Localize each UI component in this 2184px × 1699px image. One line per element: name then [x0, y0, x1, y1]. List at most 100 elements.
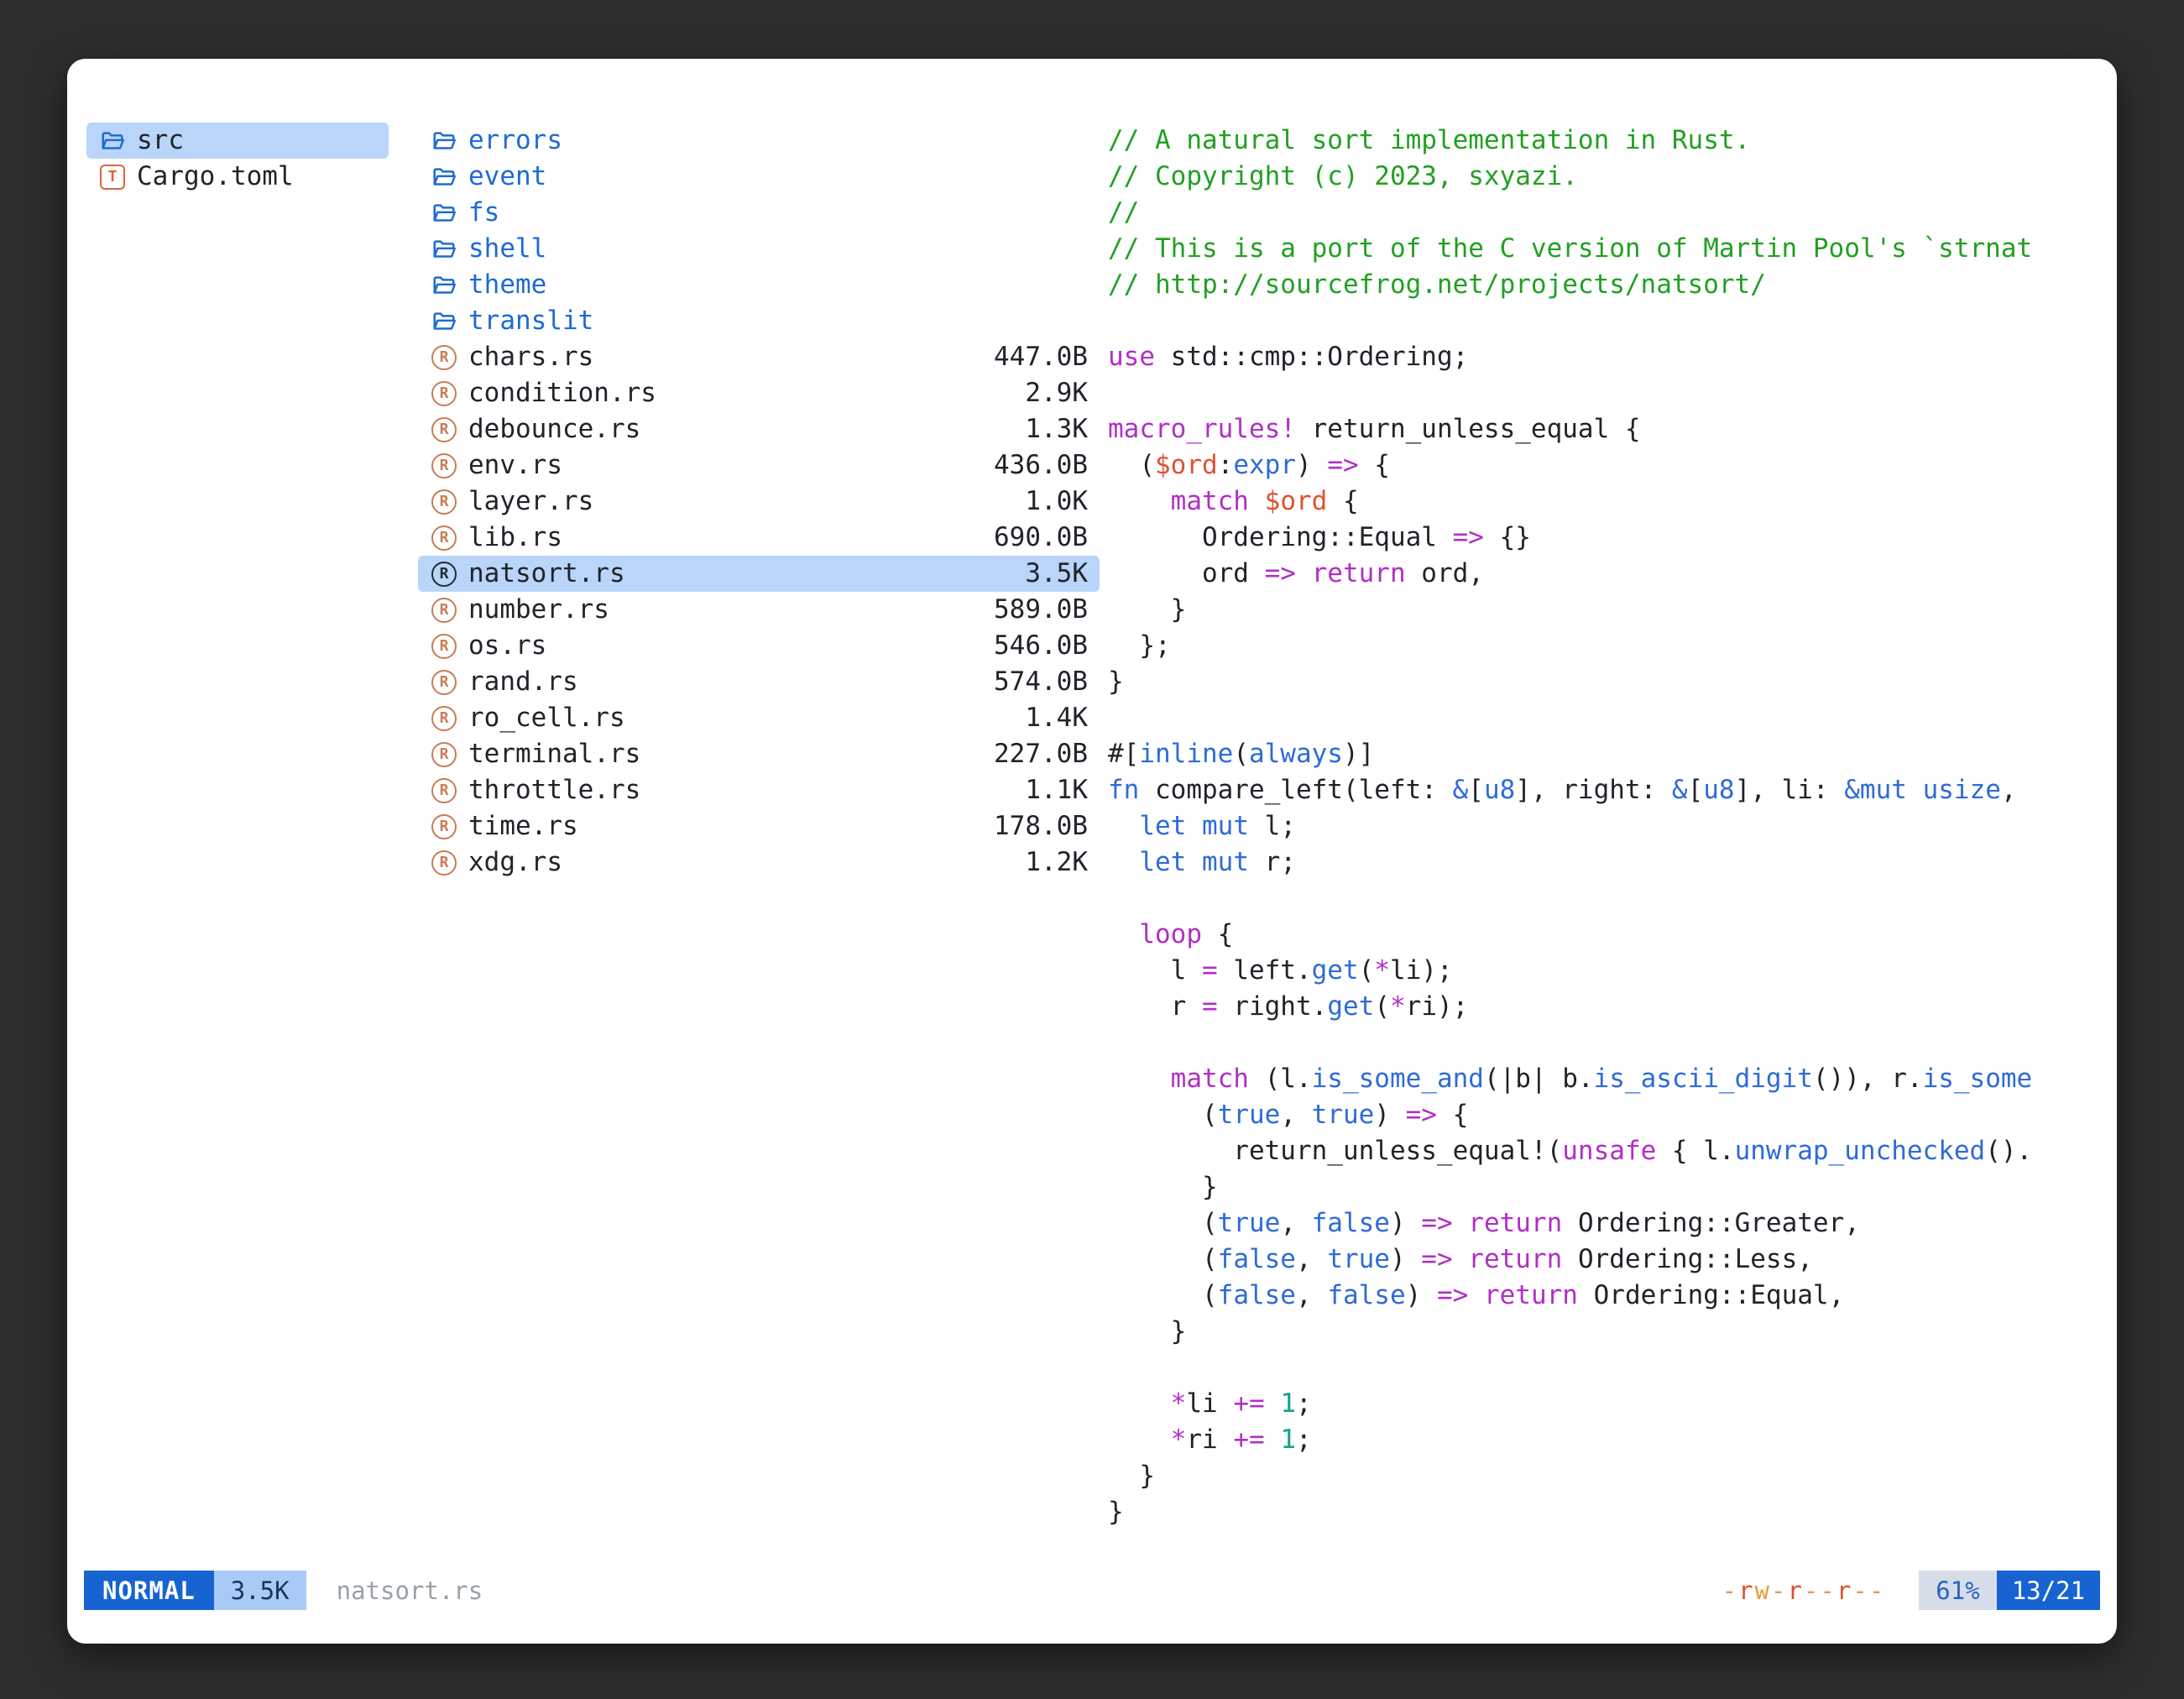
file-row[interactable]: Rlib.rs 690.0B [418, 520, 1100, 556]
folder-icon [98, 128, 127, 154]
file-row[interactable]: Rtime.rs178.0B [418, 808, 1100, 844]
code-line: match $ord { [1108, 484, 2095, 520]
entry-size: 1.3K [1025, 411, 1088, 447]
code-line: // This is a port of the C version of Ma… [1108, 231, 2095, 267]
rust-file-icon: R [430, 778, 458, 803]
file-row[interactable]: Rchars.rs447.0B [418, 339, 1100, 375]
status-filename: natsort.rs [337, 1576, 483, 1605]
code-line: } [1108, 1458, 2095, 1494]
code-line: }; [1108, 628, 2095, 664]
entry-size: 178.0B [994, 808, 1088, 844]
cursor-position-chip: 13/21 [1997, 1571, 2100, 1610]
entry-name: src [137, 123, 377, 159]
entry-size: 690.0B [994, 520, 1088, 556]
file-row[interactable]: Ros.rs546.0B [418, 628, 1100, 664]
entry-name: terminal.rs [468, 736, 984, 772]
parent-pane[interactable]: srcTCargo.toml [86, 123, 389, 195]
rust-file-icon: R [430, 453, 458, 478]
code-line [1108, 1025, 2095, 1061]
code-line: ($ord:expr) => { [1108, 447, 2095, 484]
folder-icon [430, 165, 458, 190]
code-line: #[inline(always)] [1108, 736, 2095, 772]
code-line: return_unless_equal!(unsafe { l.unwrap_u… [1108, 1133, 2095, 1169]
code-line [1108, 700, 2095, 736]
entry-size: 1.1K [1025, 772, 1088, 808]
file-row[interactable]: Rcondition.rs2.9K [418, 375, 1100, 411]
rust-file-icon: R [430, 706, 458, 731]
entry-name: condition.rs [468, 375, 1015, 411]
code-line [1108, 375, 2095, 411]
rust-file-icon: R [430, 562, 458, 587]
code-line: use std::cmp::Ordering; [1108, 339, 2095, 375]
code-line: macro_rules! return_unless_equal { [1108, 411, 2095, 447]
file-size-chip: 3.5K [214, 1571, 306, 1610]
folder-icon [430, 309, 458, 334]
folder-icon [430, 128, 458, 154]
folder-icon [430, 273, 458, 298]
entry-size: 1.4K [1025, 700, 1088, 736]
file-row[interactable]: Renv.rs 436.0B [418, 447, 1100, 484]
code-line: *li += 1; [1108, 1386, 2095, 1422]
code-line: match (l.is_some_and(|b| b.is_ascii_digi… [1108, 1061, 2095, 1097]
file-row[interactable]: Rthrottle.rs 1.1K [418, 772, 1100, 808]
mode-badge: NORMAL [84, 1571, 214, 1610]
entry-size: 1.0K [1025, 484, 1088, 520]
rust-file-icon: R [430, 742, 458, 767]
dir-row[interactable]: errors [418, 123, 1100, 159]
preview-pane[interactable]: // A natural sort implementation in Rust… [1108, 123, 2095, 1543]
dir-row[interactable]: fs [418, 195, 1100, 231]
entry-name: time.rs [468, 808, 984, 844]
code-line: (false, true) => return Ordering::Less, [1108, 1242, 2095, 1278]
dir-row[interactable]: shell [418, 231, 1100, 267]
file-row[interactable]: Rrand.rs574.0B [418, 664, 1100, 700]
entry-size: 574.0B [994, 664, 1088, 700]
code-line: (true, false) => return Ordering::Greate… [1108, 1205, 2095, 1242]
dir-row[interactable]: theme [418, 267, 1100, 303]
folder-icon [430, 237, 458, 262]
file-row[interactable]: Rdebounce.rs 1.3K [418, 411, 1100, 447]
rust-file-icon: R [430, 381, 458, 406]
file-row[interactable]: Rro_cell.rs1.4K [418, 700, 1100, 736]
file-row[interactable]: TCargo.toml [86, 159, 389, 195]
entry-size: 436.0B [994, 447, 1088, 484]
entry-name: rand.rs [468, 664, 984, 700]
file-row[interactable]: Rnatsort.rs3.5K [418, 556, 1100, 592]
rust-file-icon: R [430, 489, 458, 515]
entry-name: debounce.rs [468, 411, 1015, 447]
rust-file-icon: R [430, 598, 458, 623]
entry-name: os.rs [468, 628, 984, 664]
code-line: // A natural sort implementation in Rust… [1108, 123, 2095, 159]
code-line: let mut r; [1108, 844, 2095, 881]
file-manager-window: srcTCargo.toml errorseventfsshellthemetr… [67, 59, 2117, 1644]
file-row[interactable]: Rnumber.rs589.0B [418, 592, 1100, 628]
entry-name: fs [468, 195, 1078, 231]
code-line: ord => return ord, [1108, 556, 2095, 592]
entry-name: translit [468, 303, 1078, 339]
entry-name: env.rs [468, 447, 984, 484]
dir-row[interactable]: translit [418, 303, 1100, 339]
file-row[interactable]: Rterminal.rs227.0B [418, 736, 1100, 772]
code-line: *ri += 1; [1108, 1422, 2095, 1458]
code-line: (true, true) => { [1108, 1097, 2095, 1133]
rust-file-icon: R [430, 634, 458, 659]
code-line: } [1108, 1314, 2095, 1350]
status-bar: NORMAL 3.5K natsort.rs -rw-r--r-- 61% 13… [84, 1571, 2100, 1610]
rust-file-icon: R [430, 525, 458, 551]
dir-row[interactable]: src [86, 123, 389, 159]
dir-row[interactable]: event [418, 159, 1100, 195]
entry-name: shell [468, 231, 1078, 267]
entry-name: throttle.rs [468, 772, 1015, 808]
file-row[interactable]: Rxdg.rs1.2K [418, 844, 1100, 881]
entry-name: lib.rs [468, 520, 984, 556]
rust-file-icon: R [430, 850, 458, 876]
file-row[interactable]: Rlayer.rs 1.0K [418, 484, 1100, 520]
rust-file-icon: R [430, 417, 458, 442]
current-pane[interactable]: errorseventfsshellthemetranslitRchars.rs… [418, 123, 1100, 881]
entry-name: natsort.rs [468, 556, 1015, 592]
folder-icon [430, 201, 458, 226]
entry-name: layer.rs [468, 484, 1015, 520]
entry-name: number.rs [468, 592, 984, 628]
toml-file-icon: T [98, 165, 127, 190]
scroll-percent-chip: 61% [1919, 1571, 1996, 1610]
entry-size: 447.0B [994, 339, 1088, 375]
